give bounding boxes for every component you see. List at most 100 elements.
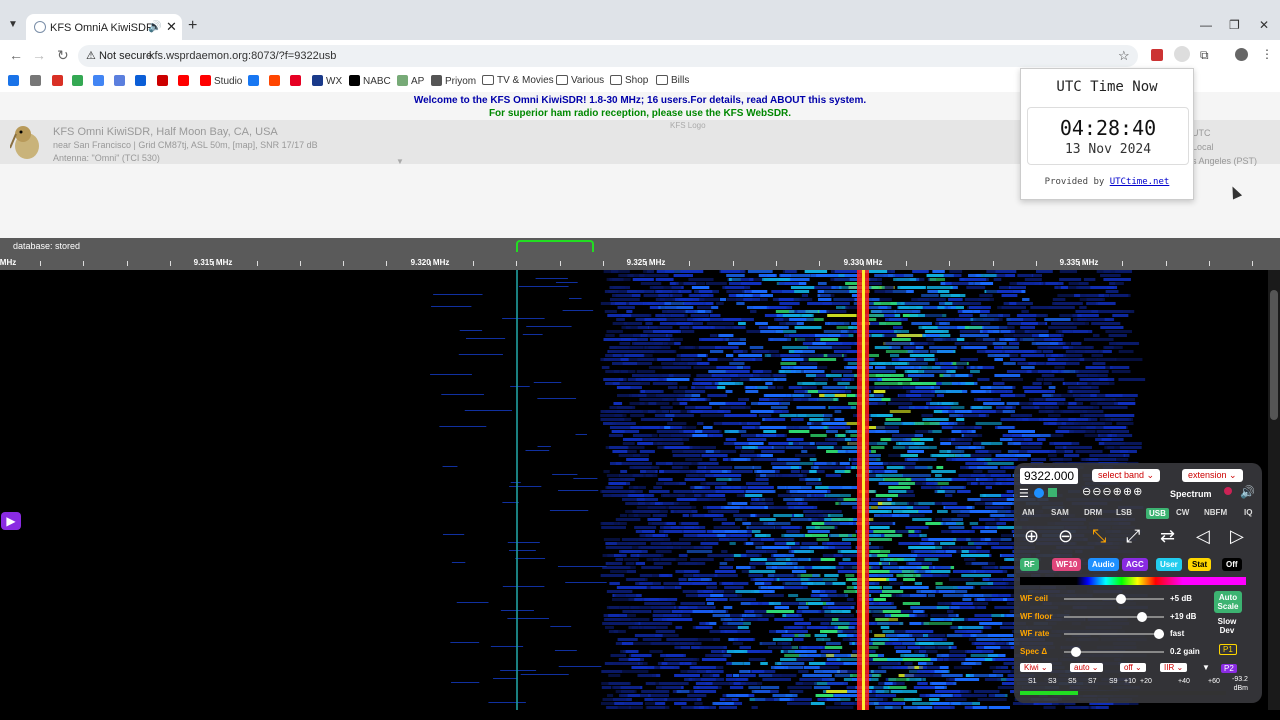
select-band-dropdown[interactable]: select band ⌄ <box>1092 469 1161 482</box>
mute-icon[interactable] <box>1224 487 1232 495</box>
slider-track[interactable] <box>1064 615 1164 618</box>
tab-wf10[interactable]: WF10 <box>1052 558 1082 571</box>
folder-icon <box>610 75 622 85</box>
frequency-scale[interactable]: 9.315 MHz 9.320 MHz 9.325 MHz 9.330 MHz 9.33… <box>0 238 1280 270</box>
close-tab-icon[interactable]: ✕ <box>166 19 177 35</box>
slow-dev-button[interactable]: Slow Dev <box>1214 617 1240 635</box>
extension-icon[interactable] <box>1151 49 1163 61</box>
slider-track[interactable] <box>1064 633 1164 635</box>
collapse-icon[interactable]: ▼ <box>396 157 404 166</box>
security-label: Not secure <box>98 50 153 62</box>
new-tab-button[interactable]: + <box>188 17 197 35</box>
mode-nbfm[interactable]: NBFM <box>1204 508 1227 517</box>
hamburger-menu-icon[interactable]: ☰ <box>1019 487 1029 500</box>
tab-agc[interactable]: AGC <box>1122 558 1148 571</box>
bookmark-tv-movies[interactable]: TV & Movies <box>482 75 554 86</box>
select-auto[interactable]: auto ⌄ <box>1070 663 1103 672</box>
mode-iq[interactable]: IQ <box>1244 508 1252 517</box>
warning-icon: ⚠ <box>86 50 96 62</box>
window-close-icon[interactable]: ✕ <box>1259 18 1269 32</box>
bookmark-various[interactable]: Various <box>556 75 604 86</box>
zoom-step-icons[interactable]: ⊖⊖⊖⊕⊕⊕ <box>1082 485 1143 498</box>
reload-icon[interactable]: ↻ <box>57 47 69 64</box>
tab-audio[interactable]: Audio <box>1088 558 1119 571</box>
tab-user[interactable]: User <box>1156 558 1182 571</box>
back-icon[interactable]: ← <box>9 47 23 63</box>
minimize-icon[interactable]: — <box>1200 18 1212 32</box>
prev-page-icon[interactable]: ◁ <box>1196 526 1210 547</box>
timezone-label: s Angeles (PST) <box>1192 156 1258 166</box>
play-icon[interactable]: ▶ <box>1 512 21 530</box>
scale-tick <box>689 261 690 266</box>
restore-icon[interactable]: ❐ <box>1229 18 1240 32</box>
bookmark-icon-4[interactable] <box>93 75 107 87</box>
mode-lsb[interactable]: LSB <box>1116 508 1132 517</box>
slider-knob[interactable] <box>1116 594 1126 604</box>
scrollbar-thumb[interactable] <box>1270 290 1278 420</box>
expand-icon[interactable]: ▼ <box>1202 663 1210 672</box>
bookmark-icon-6[interactable] <box>135 75 149 87</box>
bookmark-icon-10[interactable] <box>248 75 262 87</box>
next-page-icon[interactable]: ▷ <box>1230 526 1244 547</box>
bookmark-icon-8[interactable] <box>178 75 192 87</box>
tab-stat[interactable]: Stat <box>1188 558 1212 571</box>
bookmark-icon-12[interactable] <box>290 75 304 87</box>
zoom-in-icon[interactable]: ⊕ <box>1024 526 1039 547</box>
volume-icon[interactable]: 🔊 <box>1240 485 1255 499</box>
zoom-max-icon[interactable]: ⤢ <box>1126 526 1140 547</box>
slider-knob[interactable] <box>1071 646 1081 657</box>
auto-scale-button[interactable]: Auto Scale <box>1214 591 1242 613</box>
bookmark-star-icon[interactable]: ☆ <box>1118 48 1130 64</box>
tab-off[interactable]: Off <box>1222 558 1242 571</box>
mode-cw[interactable]: CW <box>1176 508 1189 517</box>
bookmark-wx[interactable]: WX <box>312 75 342 87</box>
bookmark-icon-0[interactable] <box>8 75 22 87</box>
puzzle-icon[interactable]: ⧉ <box>1200 48 1209 63</box>
select-off[interactable]: off ⌄ <box>1120 663 1146 672</box>
bookmark-ap[interactable]: AP <box>397 75 424 87</box>
avatar[interactable] <box>1235 48 1248 61</box>
bookmark-shop[interactable]: Shop <box>610 75 648 86</box>
frequency-input[interactable]: 9322.000 <box>1020 468 1079 484</box>
bookmark-nabc[interactable]: NABC <box>349 75 391 87</box>
spectrum-toggle[interactable]: Spectrum <box>1170 489 1212 499</box>
zoom-band-icon[interactable]: ⤡ <box>1092 526 1106 547</box>
control-panel: 9322.000 select band ⌄ extension ⌄ ☰ ⊖⊖⊖… <box>1014 463 1262 703</box>
slider-knob[interactable] <box>1154 629 1164 639</box>
extension-dropdown[interactable]: extension ⌄ <box>1182 469 1243 482</box>
menu-icon[interactable]: ⋮ <box>1261 47 1273 61</box>
utctime-link[interactable]: UTCtime.net <box>1110 177 1170 187</box>
tab-rf[interactable]: RF <box>1020 558 1039 571</box>
mode-usb[interactable]: USB <box>1146 508 1169 519</box>
url-text[interactable]: kfs.wsprdaemon.org:8073/?f=9322usb <box>149 50 336 62</box>
forward-icon[interactable]: → <box>32 47 46 63</box>
p2-button[interactable]: P2 <box>1221 664 1237 673</box>
slider-knob[interactable] <box>1137 611 1147 622</box>
browser-tab[interactable]: KFS OmniA KiwiSDR 🔊 ✕ <box>26 14 182 40</box>
a-icon[interactable] <box>1034 488 1044 498</box>
bookmark-icon-3[interactable] <box>72 75 86 87</box>
bookmark-icon-1[interactable] <box>30 75 44 87</box>
bookmark-studio[interactable]: Studio <box>200 75 242 87</box>
bookmark-icon-2[interactable] <box>52 75 66 87</box>
select-iir[interactable]: IIR ⌄ <box>1160 663 1188 672</box>
p1-button[interactable]: P1 <box>1219 644 1237 655</box>
bookmark-bills[interactable]: Bills <box>656 75 689 86</box>
lock-icon[interactable] <box>1048 488 1057 497</box>
select-kiwi[interactable]: Kiwi ⌄ <box>1020 663 1052 672</box>
bookmark-priyom[interactable]: Priyom <box>431 75 476 87</box>
bookmark-icon-7[interactable] <box>157 75 171 87</box>
profile-extension-icon[interactable] <box>1174 46 1190 62</box>
swap-icon[interactable]: ⇄ <box>1160 526 1175 547</box>
not-secure-badge[interactable]: ⚠ Not secure <box>86 49 152 62</box>
bookmark-icon-5[interactable] <box>114 75 128 87</box>
speaker-icon[interactable]: 🔊 <box>148 20 162 33</box>
mode-sam[interactable]: SAM <box>1051 508 1069 517</box>
bookmark-icon-11[interactable] <box>269 75 283 87</box>
mode-am[interactable]: AM <box>1022 508 1034 517</box>
slider-track[interactable] <box>1064 598 1164 600</box>
tab-search-icon[interactable]: ▼ <box>8 19 18 30</box>
mode-drm[interactable]: DRM <box>1084 508 1102 517</box>
passband-marker[interactable] <box>516 240 594 252</box>
zoom-out-icon[interactable]: ⊖ <box>1058 526 1073 547</box>
